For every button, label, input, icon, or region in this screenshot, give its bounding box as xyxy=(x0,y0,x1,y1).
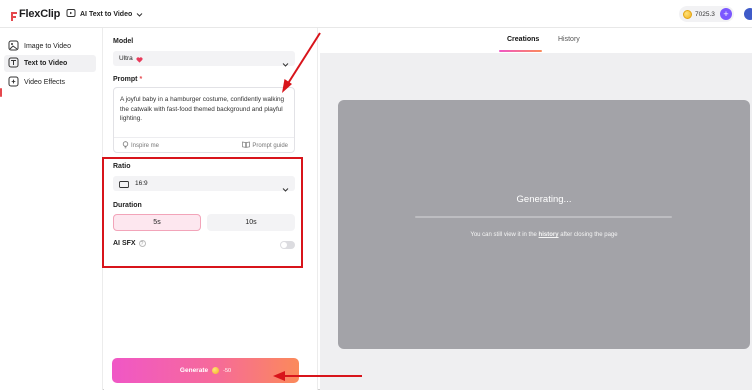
video-effects-icon xyxy=(8,74,19,92)
tabs-bar: Creations History xyxy=(320,28,752,53)
tab-history[interactable]: History xyxy=(558,36,580,43)
sidebar-item-image-to-video[interactable]: Image to Video xyxy=(4,38,96,55)
prompt-footer: Inspire me Prompt guide xyxy=(114,137,294,152)
sidebar-item-video-effects[interactable]: Video Effects xyxy=(4,74,96,91)
preview-area: Creations History Generating... You can … xyxy=(320,28,752,390)
sidebar-item-label: Video Effects xyxy=(24,79,65,86)
book-icon xyxy=(242,141,251,150)
add-credits-button[interactable]: + xyxy=(720,8,732,20)
flexclip-logo[interactable]: FlexClip xyxy=(10,7,60,21)
active-indicator xyxy=(0,88,2,97)
generate-cost: -50 xyxy=(223,367,232,374)
sidebar-item-label: Text to Video xyxy=(24,60,68,67)
text-to-video-icon xyxy=(8,55,19,73)
chevron-down-icon xyxy=(136,5,143,23)
chevron-down-icon xyxy=(282,55,289,73)
logo-mark-icon xyxy=(10,9,18,21)
credits-badge[interactable]: 7025.3 + xyxy=(679,6,734,22)
sidebar-item-label: Image to Video xyxy=(24,43,71,50)
image-to-video-icon xyxy=(8,38,19,56)
credits-count: 7025.3 xyxy=(695,10,715,18)
generating-title: Generating... xyxy=(516,194,572,205)
tab-creations[interactable]: Creations xyxy=(507,36,539,43)
prompt-textarea[interactable]: A joyful baby in a hamburger costume, co… xyxy=(113,87,295,153)
tool-switcher[interactable]: AI Text to Video xyxy=(66,7,143,21)
logo-text: FlexClip xyxy=(19,8,61,20)
prompt-guide-button[interactable]: Prompt guide xyxy=(242,141,288,150)
heart-icon xyxy=(136,50,143,68)
note-text-after: after closing the page xyxy=(558,232,618,238)
generate-label: Generate xyxy=(179,367,209,374)
history-link[interactable]: history xyxy=(539,232,559,238)
sidebar-item-text-to-video[interactable]: Text to Video xyxy=(4,55,96,72)
generate-button[interactable]: Generate -50 xyxy=(112,358,299,383)
avatar[interactable] xyxy=(744,8,752,20)
top-bar: FlexClip AI Text to Video 7025.3 + xyxy=(0,0,752,28)
progress-bar xyxy=(415,216,672,218)
model-select[interactable]: Ultra xyxy=(113,50,295,68)
ai-video-icon xyxy=(66,5,76,23)
sidebar: Image to Video Text to Video Video Effec… xyxy=(0,28,103,390)
prompt-label-text: Prompt xyxy=(113,76,138,83)
prompt-label: Prompt * xyxy=(113,76,142,83)
required-marker: * xyxy=(139,76,143,83)
note-text-before: You can still view it in the xyxy=(470,232,539,238)
generation-status-card: Generating... You can still view it in t… xyxy=(338,100,750,349)
coin-icon xyxy=(683,9,692,19)
annotation-highlight-box xyxy=(102,157,303,268)
prompt-guide-label: Prompt guide xyxy=(252,142,288,149)
prompt-text[interactable]: A joyful baby in a hamburger costume, co… xyxy=(120,95,292,124)
model-label: Model xyxy=(113,38,134,45)
inspire-me-button[interactable]: Inspire me xyxy=(122,141,159,151)
tool-switcher-label: AI Text to Video xyxy=(80,10,133,18)
lightbulb-icon xyxy=(122,141,129,151)
model-value: Ultra xyxy=(119,55,133,62)
coin-icon xyxy=(212,367,220,374)
inspire-me-label: Inspire me xyxy=(131,143,160,149)
generating-note: You can still view it in the history aft… xyxy=(338,232,750,238)
active-tab-underline xyxy=(499,50,542,52)
